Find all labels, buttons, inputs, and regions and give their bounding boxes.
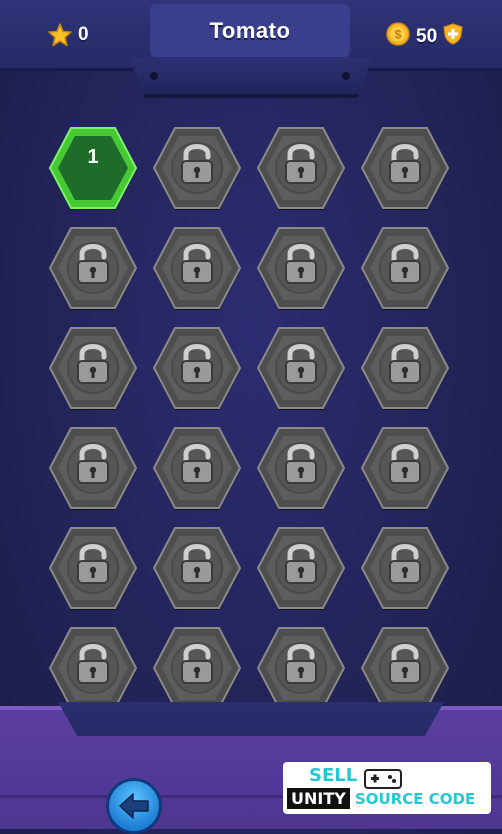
coin-count: 50 — [416, 25, 438, 47]
level-button-locked[interactable] — [361, 526, 449, 610]
level-button-locked[interactable] — [361, 126, 449, 210]
star-count: 0 — [78, 24, 89, 45]
padlock-icon — [361, 427, 449, 510]
bottom-tab — [58, 702, 444, 736]
level-button-locked[interactable] — [257, 226, 345, 310]
watermark-source-code: SOURCE CODE — [355, 790, 476, 808]
level-button-locked[interactable] — [49, 226, 137, 310]
padlock-icon — [361, 527, 449, 610]
padlock-icon — [49, 327, 137, 410]
level-button-locked[interactable] — [257, 126, 345, 210]
star-counter: 0 — [48, 23, 89, 47]
shield-plus-icon[interactable] — [443, 23, 463, 50]
padlock-icon — [257, 627, 345, 710]
padlock-icon — [153, 327, 241, 410]
padlock-icon — [49, 227, 137, 310]
left-arrow-icon — [119, 793, 149, 819]
top-bar-notch — [130, 58, 372, 98]
level-button-locked[interactable] — [257, 326, 345, 410]
padlock-icon — [153, 627, 241, 710]
padlock-icon — [153, 427, 241, 510]
padlock-icon — [257, 327, 345, 410]
padlock-icon — [257, 527, 345, 610]
padlock-icon — [361, 227, 449, 310]
padlock-icon — [257, 227, 345, 310]
padlock-icon — [49, 427, 137, 510]
gamepad-icon — [364, 769, 402, 789]
level-button-locked[interactable] — [49, 326, 137, 410]
page-title: Tomato — [209, 18, 291, 43]
coin-counter: $ 50 — [386, 22, 463, 51]
padlock-icon — [361, 627, 449, 710]
padlock-icon — [153, 527, 241, 610]
padlock-icon — [257, 427, 345, 510]
padlock-icon — [361, 327, 449, 410]
level-button-locked[interactable] — [153, 326, 241, 410]
level-button-locked[interactable] — [49, 626, 137, 710]
level-button-locked[interactable] — [49, 526, 137, 610]
watermark-logo: SELL UNITY SOURCE CODE — [283, 762, 491, 814]
level-button-unlocked[interactable]: 1 — [49, 126, 137, 210]
level-button-locked[interactable] — [49, 426, 137, 510]
padlock-icon — [153, 127, 241, 210]
level-button-locked[interactable] — [153, 626, 241, 710]
level-button-locked[interactable] — [257, 526, 345, 610]
back-button[interactable] — [106, 778, 162, 834]
padlock-icon — [153, 227, 241, 310]
level-number: 1 — [87, 146, 99, 168]
star-icon — [48, 23, 72, 47]
level-button-locked[interactable] — [361, 426, 449, 510]
level-button-locked[interactable] — [361, 226, 449, 310]
notch-dot — [150, 72, 158, 80]
notch-dot — [342, 72, 350, 80]
level-button-locked[interactable] — [153, 126, 241, 210]
padlock-icon — [49, 527, 137, 610]
level-button-locked[interactable] — [257, 426, 345, 510]
watermark-unity: UNITY — [287, 788, 350, 809]
level-button-locked[interactable] — [361, 326, 449, 410]
padlock-icon — [361, 127, 449, 210]
level-button-locked[interactable] — [153, 226, 241, 310]
svg-text:$: $ — [395, 28, 402, 42]
level-button-locked[interactable] — [361, 626, 449, 710]
level-button-locked[interactable] — [257, 626, 345, 710]
level-button-locked[interactable] — [153, 426, 241, 510]
watermark-sell: SELL — [309, 765, 358, 786]
padlock-icon — [49, 627, 137, 710]
padlock-icon — [257, 127, 345, 210]
coin-icon: $ — [386, 22, 410, 51]
level-button-locked[interactable] — [153, 526, 241, 610]
